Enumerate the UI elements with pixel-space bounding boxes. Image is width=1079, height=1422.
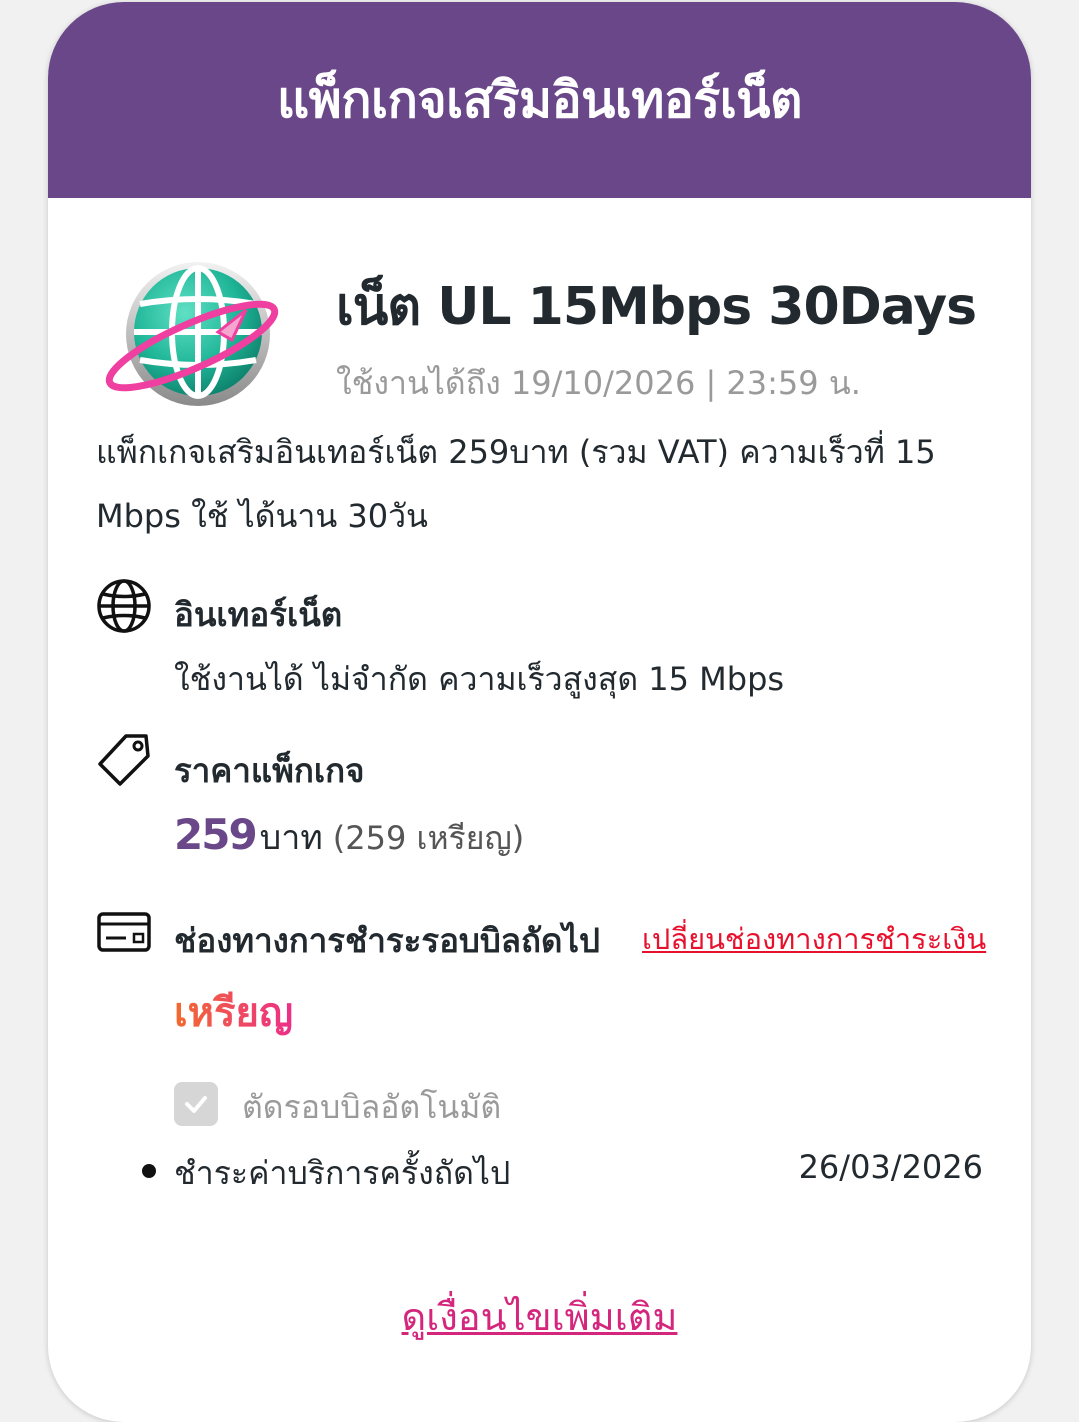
auto-renew-label: ตัดรอบบิลอัตโนมัติ: [242, 1088, 502, 1126]
internet-globe-icon: [105, 262, 279, 406]
internet-title: อินเทอร์เน็ต: [174, 595, 343, 634]
more-conditions-link[interactable]: ดูเงื่อนไขเพิ่มเติม: [48, 1286, 1031, 1347]
card-header: แพ็กเกจเสริมอินเทอร์เน็ต: [48, 2, 1031, 198]
card-title: แพ็กเกจเสริมอินเทอร์เน็ต: [277, 70, 802, 129]
price-coins: (259 เหรียญ): [332, 819, 525, 857]
next-payment-date: 26/03/2026: [798, 1148, 983, 1186]
price-line: 259 บาท (259 เหรียญ): [174, 810, 524, 864]
payment-title: ช่องทางการชำระรอบบิลถัดไป: [174, 921, 600, 960]
change-payment-link[interactable]: เปลี่ยนช่องทางการชำระเงิน: [642, 916, 986, 962]
package-validity: ใช้งานได้ถึง 19/10/2026 | 23:59 น.: [336, 364, 861, 402]
globe-icon: [97, 579, 151, 633]
auto-renew-checkbox[interactable]: [174, 1082, 218, 1126]
price-unit: บาท: [259, 818, 323, 858]
checkmark-icon: [185, 1096, 207, 1113]
price-amount: 259: [174, 810, 258, 859]
internet-detail: ใช้งานได้ ไม่จำกัด ความเร็วสูงสุด 15 Mbp…: [174, 660, 785, 698]
package-card: แพ็กเกจเสริมอินเทอร์เน็ต เน็ต UL 15Mbps: [48, 2, 1031, 1422]
package-name: เน็ต UL 15Mbps 30Days: [336, 277, 977, 337]
bullet-icon: [142, 1164, 156, 1178]
price-tag-icon: [98, 734, 150, 786]
next-payment-label: ชำระค่าบริการครั้งถัดไป: [174, 1154, 511, 1192]
payment-method-coin: เหรียญ: [174, 980, 293, 1044]
credit-card-icon: [97, 912, 151, 952]
price-title: ราคาแพ็กเกจ: [174, 751, 365, 790]
package-description: แพ็กเกจเสริมอินเทอร์เน็ต 259บาท (รวม VAT…: [96, 433, 936, 535]
